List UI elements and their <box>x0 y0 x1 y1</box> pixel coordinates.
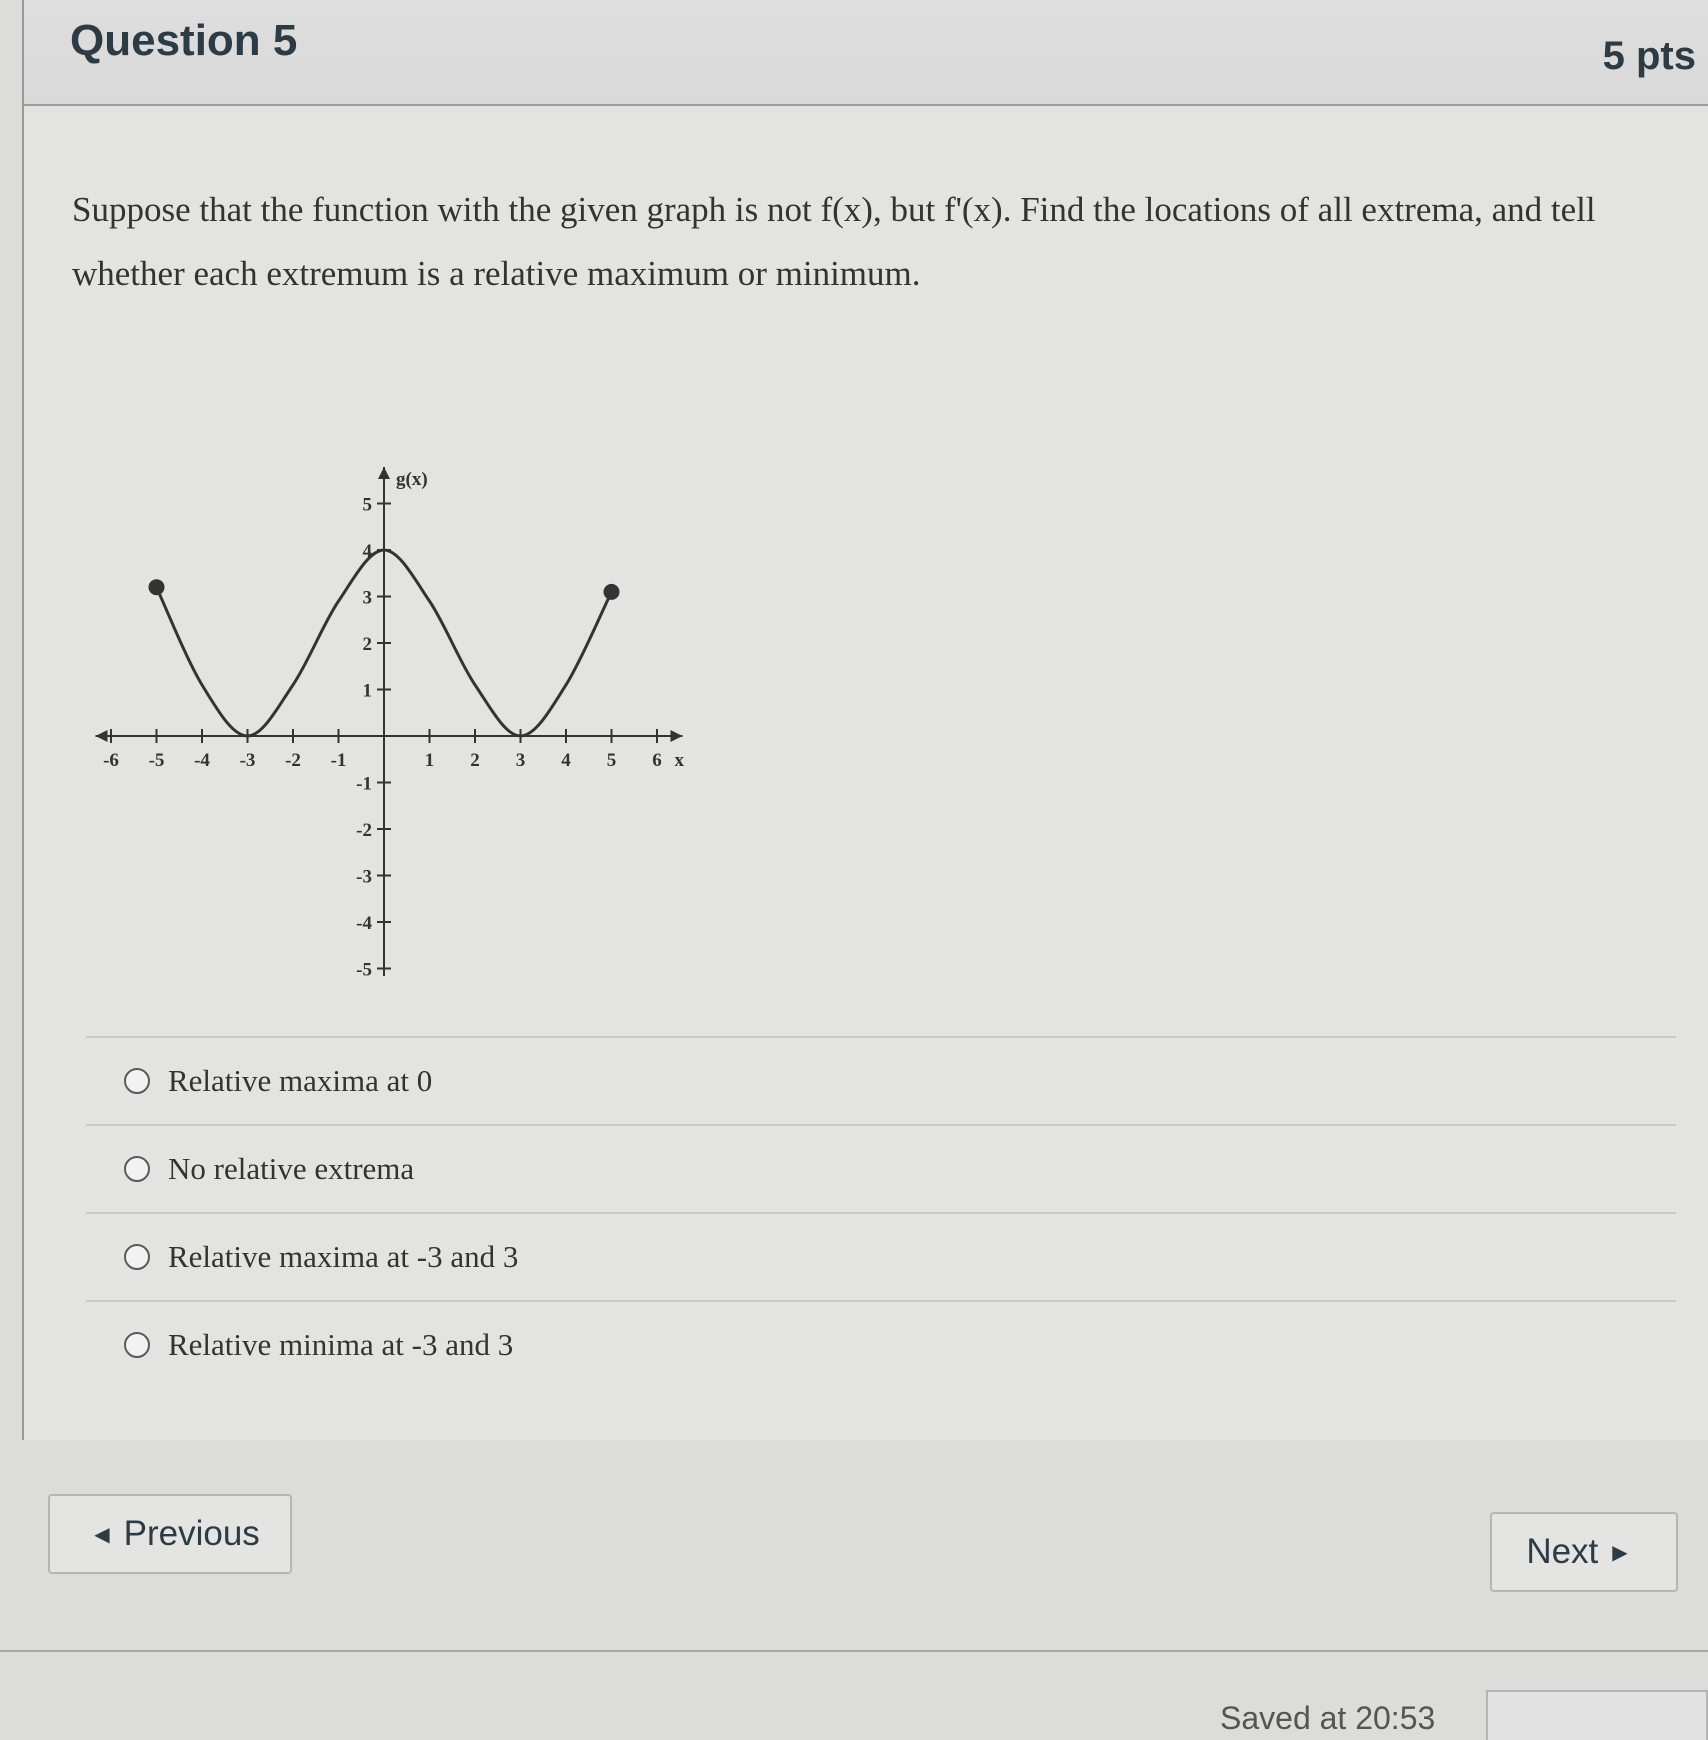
function-graph: -6 -5 -4 -3 -2 -1 1 2 3 4 5 6 54321-1-2-3-4-5 g(x) … <box>95 467 685 977</box>
answer-label: No relative extrema <box>168 1151 415 1186</box>
footer-divider <box>0 1650 1708 1652</box>
x-tick-label: 4 <box>561 750 571 771</box>
endpoint-dot <box>148 579 165 596</box>
question-header: Question 5 5 pts <box>24 0 1708 106</box>
answer-option[interactable]: Relative minima at -3 and 3 <box>86 1300 1676 1388</box>
y-axis-label: g(x) <box>396 469 428 490</box>
y-tick-label: 1 <box>363 681 373 702</box>
x-axis-label: x <box>675 750 685 771</box>
x-tick-label: 6 <box>652 750 662 771</box>
radio-button[interactable] <box>124 1332 150 1358</box>
y-axis-arrow-up <box>378 467 390 479</box>
answer-option[interactable]: Relative maxima at -3 and 3 <box>86 1212 1676 1300</box>
x-tick-label: -2 <box>285 750 301 771</box>
x-tick-label: -6 <box>103 750 119 771</box>
y-tick-label: -4 <box>356 913 372 934</box>
x-axis-arrow-left <box>95 730 108 742</box>
previous-label: Previous <box>123 1514 260 1553</box>
question-text: Suppose that the function with the given… <box>72 190 1596 293</box>
y-tick-label: -5 <box>356 960 372 977</box>
x-tick-label: 1 <box>425 750 435 771</box>
next-button[interactable]: Next ▶ <box>1490 1512 1678 1592</box>
chevron-right-icon: ▶ <box>1612 1541 1628 1564</box>
question-card: Question 5 5 pts Suppose that the functi… <box>22 0 1708 1440</box>
answer-label: Relative maxima at 0 <box>168 1063 433 1098</box>
answer-label: Relative minima at -3 and 3 <box>168 1327 514 1362</box>
y-tick-label: -2 <box>356 820 372 841</box>
y-tick-label: -1 <box>356 774 372 795</box>
y-tick-label: -3 <box>356 867 372 888</box>
y-tick-label: 3 <box>363 588 373 609</box>
x-tick-label: -3 <box>240 750 256 771</box>
x-tick-label: 3 <box>516 750 526 771</box>
chevron-left-icon: ◀ <box>94 1523 110 1546</box>
previous-button[interactable]: ◀ Previous <box>48 1494 292 1574</box>
answer-list: Relative maxima at 0 No relative extrema… <box>86 1036 1676 1388</box>
radio-button[interactable] <box>124 1244 150 1270</box>
endpoint-dot <box>603 583 620 600</box>
next-label: Next <box>1526 1532 1599 1571</box>
answer-label: Relative maxima at -3 and 3 <box>168 1239 519 1274</box>
y-tick-label: 5 <box>363 495 373 516</box>
question-title: Question 5 <box>70 16 298 65</box>
x-tick-label: 2 <box>470 750 480 771</box>
x-axis-arrow-right <box>670 730 683 742</box>
graph-axes <box>95 467 683 976</box>
submit-quiz-button[interactable] <box>1486 1690 1708 1740</box>
x-tick-label: 5 <box>607 750 617 771</box>
question-points: 5 pts <box>1602 34 1696 78</box>
x-tick-label: -5 <box>149 750 165 771</box>
radio-button[interactable] <box>124 1068 150 1094</box>
y-tick-label: 2 <box>363 634 373 655</box>
answer-option[interactable]: No relative extrema <box>86 1124 1676 1212</box>
x-tick-label: -4 <box>194 750 210 771</box>
x-tick-label: -1 <box>331 750 347 771</box>
saved-status: Saved at 20:53 <box>1220 1700 1436 1736</box>
question-body: Suppose that the function with the given… <box>24 106 1708 1440</box>
answer-option[interactable]: Relative maxima at 0 <box>86 1036 1676 1124</box>
radio-button[interactable] <box>124 1156 150 1182</box>
